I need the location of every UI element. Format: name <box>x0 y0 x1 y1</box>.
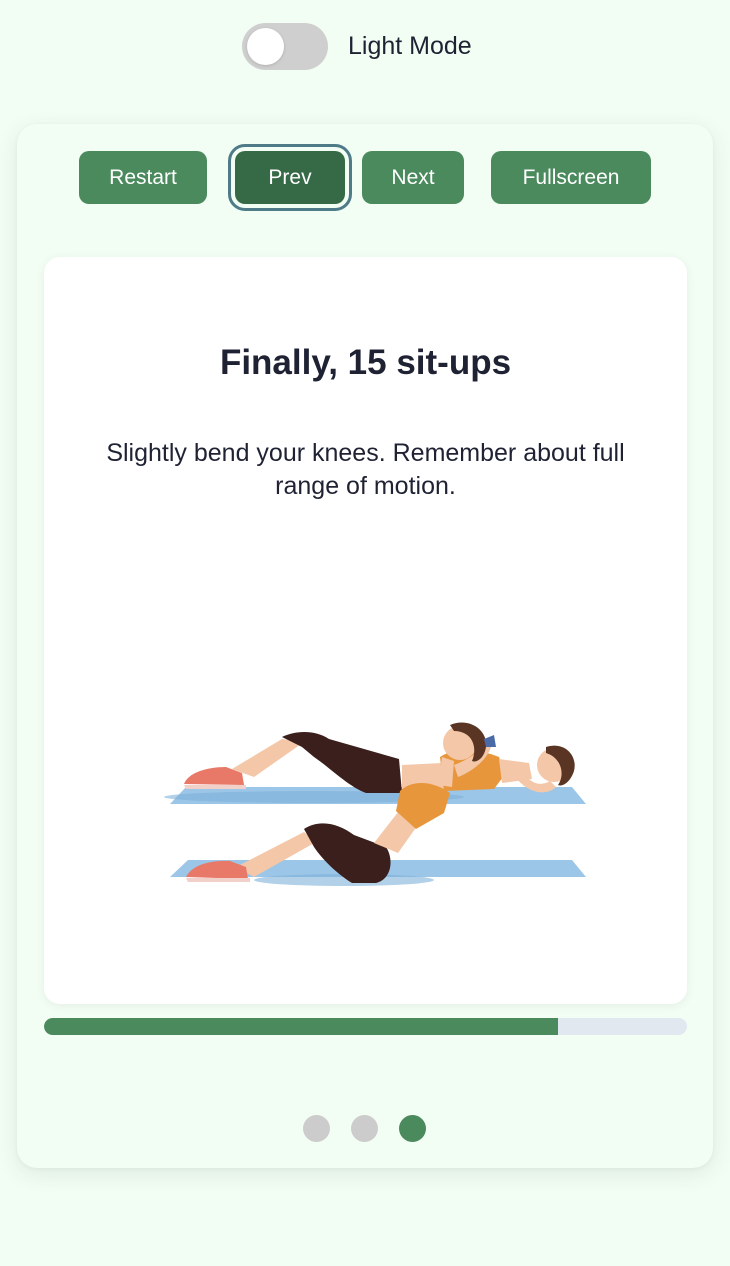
slide-pagination <box>303 1115 426 1142</box>
theme-toggle[interactable] <box>242 23 328 70</box>
slideshow-panel: Restart Prev Next Fullscreen Finally, 15… <box>17 124 713 1168</box>
progress-fill <box>44 1018 559 1035</box>
theme-switch-row: Light Mode <box>242 23 472 70</box>
restart-button[interactable]: Restart <box>79 151 207 204</box>
fullscreen-button[interactable]: Fullscreen <box>491 151 651 204</box>
toggle-knob <box>247 28 284 65</box>
pagination-dot[interactable] <box>399 1115 426 1142</box>
pagination-dot[interactable] <box>351 1115 378 1142</box>
sit-ups-illustration <box>164 722 586 886</box>
lying-figure <box>164 732 586 804</box>
situp-figure <box>170 722 586 886</box>
progress-bar <box>44 1018 687 1035</box>
pagination-dot[interactable] <box>303 1115 330 1142</box>
slide-title: Finally, 15 sit-ups <box>219 343 512 382</box>
theme-label: Light Mode <box>348 32 472 60</box>
next-button[interactable]: Next <box>362 151 464 204</box>
prev-button[interactable]: Prev <box>228 144 352 211</box>
slideshow-controls: Restart Prev Next Fullscreen <box>17 144 713 211</box>
slide-card: Finally, 15 sit-ups Slightly bend your k… <box>44 257 687 1004</box>
slide-description: Slightly bend your knees. Remember about… <box>106 439 625 500</box>
